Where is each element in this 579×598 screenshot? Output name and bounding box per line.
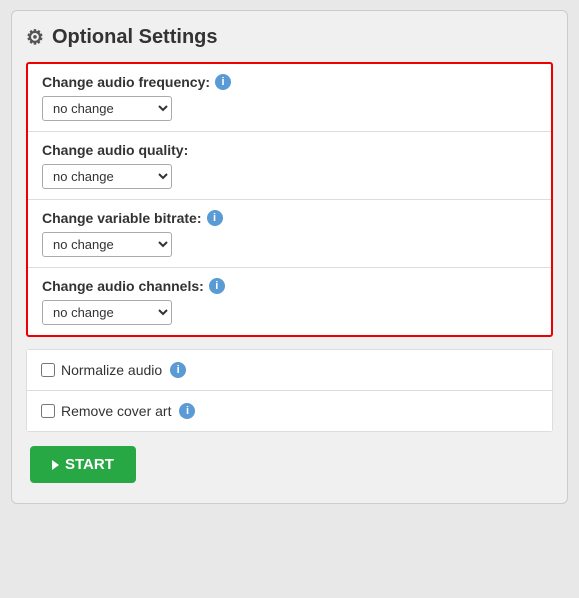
variable-bitrate-row: Change variable bitrate: i no change ena… [28,200,551,268]
audio-frequency-row: Change audio frequency: i no change 8000… [28,64,551,132]
variable-bitrate-label: Change variable bitrate: i [42,210,537,226]
section-title-text: Optional Settings [52,26,218,49]
audio-frequency-select[interactable]: no change 8000 Hz 11025 Hz 16000 Hz 2205… [42,96,172,121]
audio-frequency-info-icon[interactable]: i [215,74,231,90]
chevron-icon [52,460,59,470]
audio-quality-label: Change audio quality: [42,142,537,158]
audio-channels-info-icon[interactable]: i [209,278,225,294]
normalize-audio-label[interactable]: Normalize audio [41,362,162,378]
audio-quality-select[interactable]: no change low medium high [42,164,172,189]
checkboxes-section: Normalize audio i Remove cover art i [26,349,553,432]
remove-cover-art-checkbox[interactable] [41,404,55,418]
remove-cover-art-label[interactable]: Remove cover art [41,403,171,419]
gear-icon: ⚙ [26,25,44,50]
audio-channels-row: Change audio channels: i no change 1 (mo… [28,268,551,335]
section-title: ⚙ Optional Settings [26,25,553,50]
options-box: Change audio frequency: i no change 8000… [26,62,553,337]
normalize-audio-checkbox[interactable] [41,363,55,377]
variable-bitrate-info-icon[interactable]: i [207,210,223,226]
start-button[interactable]: START [30,446,136,483]
audio-frequency-label: Change audio frequency: i [42,74,537,90]
remove-cover-art-row: Remove cover art i [27,391,552,431]
audio-channels-select[interactable]: no change 1 (mono) 2 (stereo) [42,300,172,325]
optional-settings-container: ⚙ Optional Settings Change audio frequen… [11,10,568,504]
normalize-audio-row: Normalize audio i [27,350,552,391]
audio-channels-label: Change audio channels: i [42,278,537,294]
normalize-audio-info-icon[interactable]: i [170,362,186,378]
remove-cover-art-info-icon[interactable]: i [179,403,195,419]
variable-bitrate-select[interactable]: no change enabled disabled [42,232,172,257]
audio-quality-row: Change audio quality: no change low medi… [28,132,551,200]
